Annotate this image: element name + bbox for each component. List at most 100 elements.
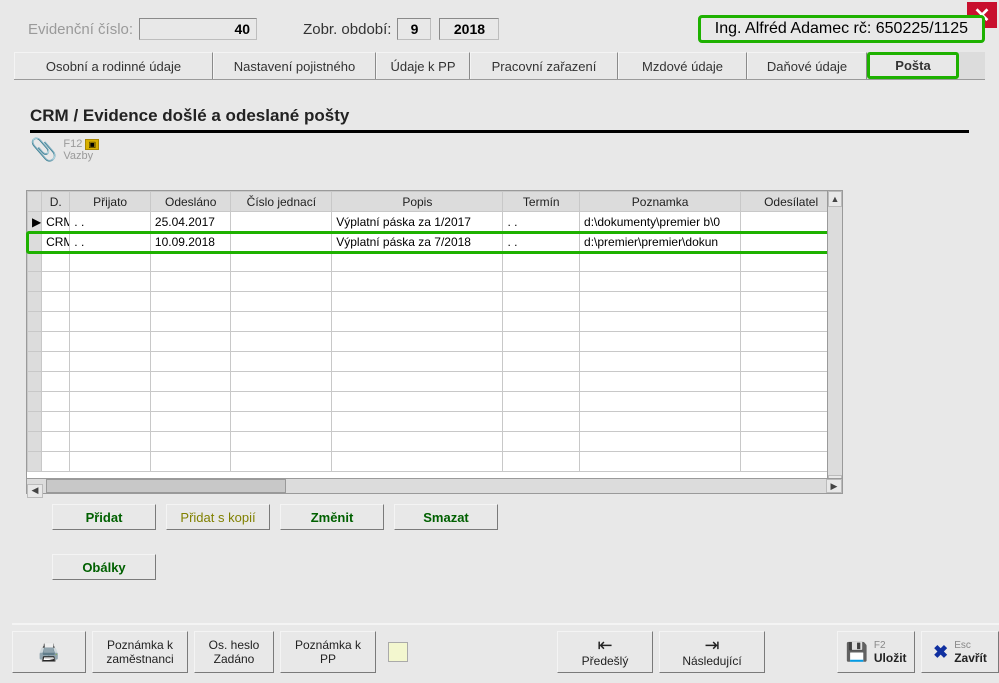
- tab-osobni[interactable]: Osobní a rodinné údaje: [14, 52, 213, 79]
- cell-popis[interactable]: [332, 352, 503, 372]
- pridat-button[interactable]: Přidat: [52, 504, 156, 530]
- paperclip-icon[interactable]: 📎: [30, 137, 57, 163]
- cell-d[interactable]: [42, 312, 70, 332]
- cell-termin[interactable]: [503, 372, 580, 392]
- cell-odeslano[interactable]: 10.09.2018: [150, 232, 231, 252]
- grid-scrollbar-vertical[interactable]: ▲ ▼: [827, 190, 843, 492]
- scroll-left-icon[interactable]: ◀: [27, 484, 43, 498]
- cell-popis[interactable]: [332, 252, 503, 272]
- cell-cislo[interactable]: [231, 332, 332, 352]
- cell-cislo[interactable]: [231, 272, 332, 292]
- table-row[interactable]: [28, 392, 842, 412]
- cell-prijato[interactable]: [70, 412, 151, 432]
- cell-prijato[interactable]: [70, 312, 151, 332]
- cell-poznamka[interactable]: [580, 452, 741, 472]
- cell-d[interactable]: [42, 272, 70, 292]
- cell-termin[interactable]: [503, 312, 580, 332]
- cell-d[interactable]: [42, 332, 70, 352]
- tab-danove[interactable]: Daňové údaje: [747, 52, 867, 79]
- mail-grid[interactable]: D. Přijato Odesláno Číslo jednací Popis …: [26, 190, 843, 492]
- cell-termin[interactable]: [503, 452, 580, 472]
- cell-cislo[interactable]: [231, 352, 332, 372]
- cell-d[interactable]: [42, 372, 70, 392]
- cell-odeslano[interactable]: [150, 292, 231, 312]
- cell-popis[interactable]: [332, 452, 503, 472]
- cell-prijato[interactable]: [70, 392, 151, 412]
- cell-popis[interactable]: [332, 432, 503, 452]
- tab-mzdove[interactable]: Mzdové údaje: [618, 52, 747, 79]
- table-row[interactable]: [28, 412, 842, 432]
- cell-popis[interactable]: Výplatní páska za 7/2018: [332, 232, 503, 252]
- cell-poznamka[interactable]: d:\premier\premier\dokun: [580, 232, 741, 252]
- cell-cislo[interactable]: [231, 392, 332, 412]
- cell-prijato[interactable]: [70, 252, 151, 272]
- cell-d[interactable]: [42, 392, 70, 412]
- col-cislo-jednaci[interactable]: Číslo jednací: [231, 192, 332, 212]
- table-row[interactable]: [28, 352, 842, 372]
- cell-termin[interactable]: [503, 412, 580, 432]
- scroll-thumb[interactable]: [46, 479, 286, 493]
- cell-termin[interactable]: [503, 332, 580, 352]
- cell-d[interactable]: CRM: [42, 232, 70, 252]
- cell-termin[interactable]: . .: [503, 212, 580, 232]
- cell-poznamka[interactable]: [580, 272, 741, 292]
- cell-prijato[interactable]: [70, 452, 151, 472]
- cell-d[interactable]: [42, 292, 70, 312]
- table-row[interactable]: [28, 452, 842, 472]
- zobr-month[interactable]: 9: [397, 18, 431, 40]
- cell-odeslano[interactable]: [150, 452, 231, 472]
- cell-prijato[interactable]: [70, 292, 151, 312]
- cell-cislo[interactable]: [231, 372, 332, 392]
- table-row[interactable]: [28, 432, 842, 452]
- col-popis[interactable]: Popis: [332, 192, 503, 212]
- col-prijato[interactable]: Přijato: [70, 192, 151, 212]
- cell-popis[interactable]: [332, 292, 503, 312]
- cell-prijato[interactable]: [70, 332, 151, 352]
- cell-poznamka[interactable]: [580, 352, 741, 372]
- cell-prijato[interactable]: [70, 432, 151, 452]
- cell-poznamka[interactable]: [580, 392, 741, 412]
- table-row[interactable]: [28, 372, 842, 392]
- scroll-right-icon[interactable]: ▶: [826, 479, 842, 493]
- cell-prijato[interactable]: [70, 272, 151, 292]
- vazby-label[interactable]: Vazby: [63, 150, 93, 162]
- cell-termin[interactable]: [503, 392, 580, 412]
- cell-termin[interactable]: [503, 252, 580, 272]
- predesly-button[interactable]: ⇤ Předešlý: [557, 631, 653, 673]
- cell-odeslano[interactable]: 25.04.2017: [150, 212, 231, 232]
- scroll-up-icon[interactable]: ▲: [828, 191, 842, 207]
- cell-cislo[interactable]: [231, 312, 332, 332]
- col-poznamka[interactable]: Poznamka: [580, 192, 741, 212]
- cell-termin[interactable]: [503, 292, 580, 312]
- cell-poznamka[interactable]: [580, 252, 741, 272]
- table-row[interactable]: [28, 332, 842, 352]
- cell-odeslano[interactable]: [150, 352, 231, 372]
- print-button[interactable]: 🖨️: [12, 631, 86, 673]
- nasledujici-button[interactable]: ⇥ Následující: [659, 631, 765, 673]
- cell-popis[interactable]: [332, 412, 503, 432]
- zavrit-button[interactable]: ✖ Esc Zavřít: [921, 631, 999, 673]
- cell-poznamka[interactable]: [580, 412, 741, 432]
- cell-d[interactable]: [42, 252, 70, 272]
- cell-poznamka[interactable]: d:\dokumenty\premier b\0: [580, 212, 741, 232]
- col-d[interactable]: D.: [42, 192, 70, 212]
- cell-popis[interactable]: [332, 332, 503, 352]
- cell-cislo[interactable]: [231, 212, 332, 232]
- cell-poznamka[interactable]: [580, 372, 741, 392]
- cell-cislo[interactable]: [231, 292, 332, 312]
- smazat-button[interactable]: Smazat: [394, 504, 498, 530]
- cell-d[interactable]: CRM: [42, 212, 70, 232]
- cell-popis[interactable]: [332, 372, 503, 392]
- cell-poznamka[interactable]: [580, 432, 741, 452]
- cell-termin[interactable]: [503, 432, 580, 452]
- cell-poznamka[interactable]: [580, 292, 741, 312]
- cell-prijato[interactable]: . .: [70, 212, 151, 232]
- cell-cislo[interactable]: [231, 412, 332, 432]
- cell-odeslano[interactable]: [150, 392, 231, 412]
- cell-prijato[interactable]: [70, 352, 151, 372]
- table-row[interactable]: [28, 312, 842, 332]
- tab-udaje-pp[interactable]: Údaje k PP: [376, 52, 470, 79]
- cell-odeslano[interactable]: [150, 432, 231, 452]
- cell-termin[interactable]: [503, 272, 580, 292]
- tab-pracovni[interactable]: Pracovní zařazení: [470, 52, 618, 79]
